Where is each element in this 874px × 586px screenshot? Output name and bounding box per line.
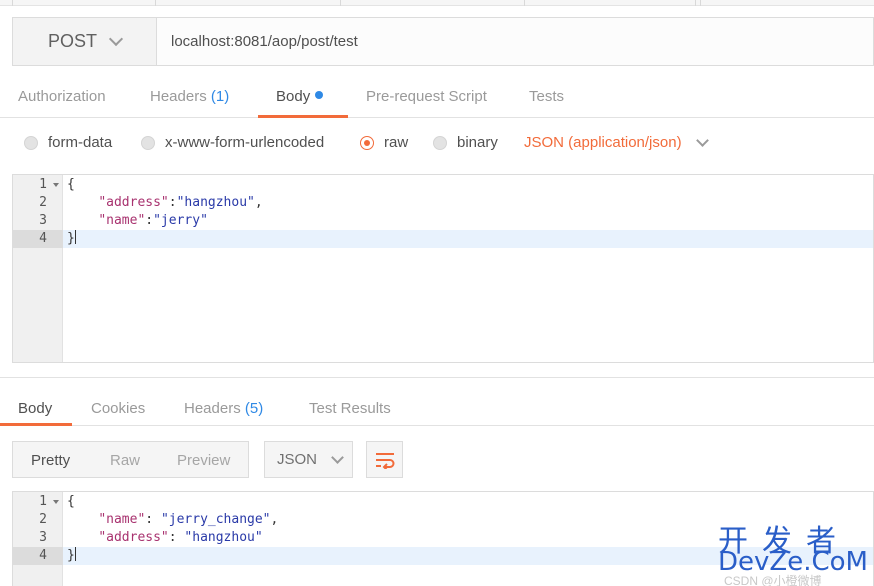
radio-x-www-form-urlencoded[interactable]: x-www-form-urlencoded: [141, 134, 324, 151]
tab-divider: [12, 0, 13, 6]
url-text: localhost:8081/aop/post/test: [171, 33, 358, 50]
radio-form-data-label: form-data: [48, 134, 113, 151]
chevron-down-icon: [108, 31, 124, 46]
wrap-lines-button[interactable]: [366, 441, 403, 478]
headers-count-badge: (5): [244, 400, 264, 417]
url-input[interactable]: localhost:8081/aop/post/test: [157, 18, 873, 65]
chevron-down-icon: [331, 450, 344, 464]
code-text: "address":"hangzhou",: [98, 195, 263, 210]
response-format-label: JSON: [277, 451, 318, 468]
window-tab-strip: [0, 0, 874, 6]
tab-response-headers[interactable]: Headers (5): [184, 400, 263, 417]
tab-divider: [524, 0, 525, 6]
chevron-down-icon: [695, 133, 709, 147]
request-tabs: Authorization Headers (1) Body Pre-reque…: [0, 80, 874, 118]
request-body-editor[interactable]: 1 { 2 "address":"hangzhou", 3 "name":"je…: [12, 174, 874, 363]
code-line-active: 4 }: [13, 230, 873, 248]
code-text: {: [67, 177, 75, 192]
code-line: 1 {: [13, 493, 873, 511]
line-number: 4: [13, 230, 63, 248]
modified-dot-icon: [315, 91, 324, 99]
view-raw-button[interactable]: Raw: [110, 452, 140, 469]
tab-cookies[interactable]: Cookies: [91, 400, 145, 417]
tab-divider: [340, 0, 341, 6]
wrap-lines-icon: [375, 452, 394, 469]
tab-test-results[interactable]: Test Results: [309, 400, 391, 417]
tab-response-headers-label: Headers: [184, 400, 241, 417]
code-text: }: [67, 230, 76, 246]
response-tabs: Body Cookies Headers (5) Test Results: [0, 377, 874, 426]
tab-headers-label: Headers: [150, 88, 207, 105]
view-pretty-button[interactable]: Pretty: [31, 452, 70, 469]
fold-arrow-icon[interactable]: [53, 183, 59, 187]
radio-circle-icon: [141, 135, 155, 150]
radio-raw[interactable]: raw: [360, 134, 408, 151]
body-type-options: form-data x-www-form-urlencoded raw bina…: [0, 128, 874, 160]
radio-selected-icon: [360, 135, 374, 150]
active-tab-underline: [0, 423, 72, 426]
line-number: 2: [39, 195, 47, 210]
tab-headers[interactable]: Headers (1): [150, 88, 229, 105]
fold-arrow-icon[interactable]: [53, 500, 59, 504]
radio-form-data[interactable]: form-data: [24, 134, 112, 151]
view-preview-button[interactable]: Preview: [177, 452, 230, 469]
line-number: 3: [39, 530, 47, 545]
line-number: 4: [13, 547, 63, 565]
content-type-label: JSON (application/json): [524, 134, 682, 151]
view-mode-toggle: Pretty Raw Preview: [12, 441, 249, 478]
radio-circle-icon: [24, 135, 38, 150]
tab-body[interactable]: Body: [276, 88, 324, 105]
text-cursor: [74, 230, 76, 244]
radio-raw-label: raw: [384, 134, 409, 151]
tab-authorization[interactable]: Authorization: [18, 88, 106, 105]
request-url-bar: POST localhost:8081/aop/post/test: [12, 17, 874, 66]
code-text: "name": "jerry_change",: [98, 512, 279, 527]
tab-divider: [155, 0, 156, 6]
content-type-dropdown[interactable]: JSON (application/json): [524, 133, 709, 151]
tab-tests[interactable]: Tests: [529, 88, 564, 105]
tab-body-label: Body: [276, 88, 311, 105]
code-text: "address": "hangzhou": [98, 530, 263, 545]
method-label: POST: [48, 31, 98, 51]
watermark-source: CSDN @小橙微博: [724, 574, 822, 586]
tab-divider: [695, 0, 696, 6]
method-dropdown[interactable]: POST: [13, 18, 157, 65]
line-number: 3: [39, 213, 47, 228]
tab-response-body[interactable]: Body: [18, 400, 52, 417]
code-line: 1 {: [13, 176, 873, 194]
radio-binary[interactable]: binary: [433, 134, 498, 151]
headers-count-badge: (1): [210, 88, 230, 105]
code-text: {: [67, 494, 75, 509]
radio-binary-label: binary: [457, 134, 498, 151]
code-line: 3 "name":"jerry": [13, 212, 873, 230]
code-text: }: [67, 547, 76, 563]
radio-circle-icon: [433, 135, 447, 150]
site-watermark: 开发者 DevZe.CoM CSDN @小橙微博: [718, 516, 868, 586]
tab-divider: [700, 0, 701, 6]
tab-prerequest-script[interactable]: Pre-request Script: [366, 88, 487, 105]
text-cursor: [74, 547, 76, 561]
code-text: "name":"jerry": [98, 213, 208, 228]
active-tab-underline: [258, 115, 348, 118]
response-format-dropdown[interactable]: JSON: [264, 441, 353, 478]
radio-urlencoded-label: x-www-form-urlencoded: [165, 134, 325, 151]
line-number: 2: [39, 512, 47, 527]
code-line: 2 "address":"hangzhou",: [13, 194, 873, 212]
